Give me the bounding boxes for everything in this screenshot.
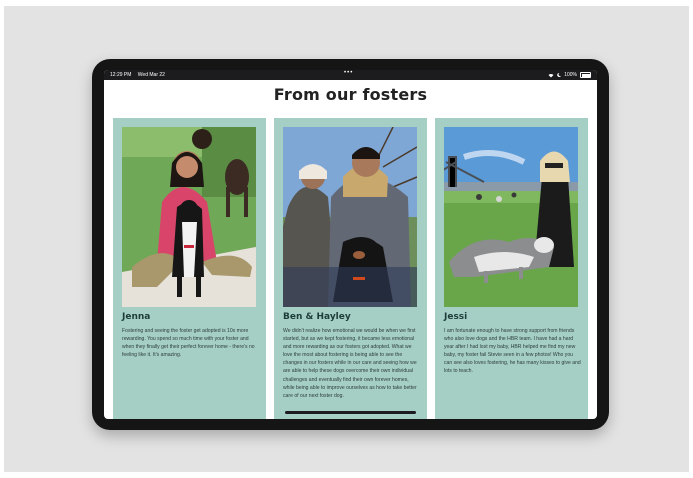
- foster-photo-jessi: [444, 127, 578, 307]
- foster-quote-ben-hayley: We didn't realize how emotional we would…: [283, 328, 417, 399]
- status-left: 12:29 PM Wed Mar 22: [110, 72, 170, 78]
- foster-name-jenna: Jenna: [122, 312, 151, 322]
- moon-icon: [557, 73, 562, 77]
- battery-percent: 100%: [564, 72, 577, 78]
- battery-icon: [580, 72, 591, 78]
- status-date: Wed Mar 22: [137, 72, 165, 78]
- status-right: 100%: [548, 72, 591, 78]
- foster-card-jenna: Jenna Fostering and seeing the foster ge…: [113, 118, 266, 419]
- tablet-screen: 12:29 PM Wed Mar 22 ••• 100% From our fo…: [104, 70, 597, 419]
- tablet-device: 12:29 PM Wed Mar 22 ••• 100% From our fo…: [92, 59, 609, 430]
- foster-photo-ben-hayley: [283, 127, 417, 307]
- multitasking-dots-icon[interactable]: •••: [344, 70, 353, 76]
- wifi-icon: [548, 73, 554, 77]
- foster-card-ben-hayley: Ben & Hayley We didn't realize how emoti…: [274, 118, 427, 419]
- scroll-indicator[interactable]: [285, 411, 416, 414]
- foster-name-jessi: Jessi: [444, 312, 468, 322]
- status-time: 12:29 PM: [110, 72, 132, 78]
- foster-photo-jenna: [122, 127, 256, 307]
- foster-name-ben-hayley: Ben & Hayley: [283, 312, 351, 322]
- foster-card-jessi: Jessi I am fortunate enough to have stro…: [435, 118, 588, 419]
- foster-quote-jessi: I am fortunate enough to have strong sup…: [444, 328, 581, 375]
- foster-quote-jenna: Fostering and seeing the foster get adop…: [122, 328, 255, 359]
- page-title: From our fosters: [273, 85, 428, 104]
- status-bar: 12:29 PM Wed Mar 22 ••• 100%: [104, 70, 597, 80]
